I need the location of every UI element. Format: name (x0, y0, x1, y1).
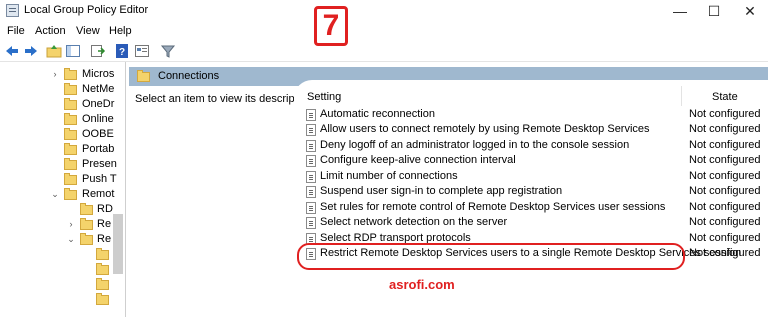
setting-row[interactable]: Automatic reconnection Not configured (303, 107, 768, 122)
minimize-button[interactable]: — (664, 0, 696, 22)
policy-setting-icon (306, 155, 316, 167)
folder-icon (80, 233, 93, 245)
column-header-setting[interactable]: Setting (307, 91, 341, 103)
tree-item-label: Remot (82, 188, 115, 200)
back-arrow-icon[interactable] (4, 43, 20, 59)
setting-state: Not configured (689, 216, 761, 228)
policy-setting-icon (306, 202, 316, 214)
setting-state: Not configured (689, 170, 761, 182)
toolbar: ? (0, 40, 768, 62)
setting-state: Not configured (689, 108, 761, 120)
menu-view[interactable]: View (76, 25, 100, 37)
column-divider[interactable] (681, 86, 682, 106)
setting-name: Suspend user sign-in to complete app reg… (320, 185, 563, 197)
menu-file[interactable]: File (7, 25, 25, 37)
chevron-down-icon[interactable]: ⌄ (50, 189, 60, 200)
setting-name: Automatic reconnection (320, 108, 435, 120)
folder-icon (80, 203, 93, 215)
tree-item-label: Push T (82, 173, 117, 185)
policy-setting-icon (306, 140, 316, 152)
setting-state: Not configured (689, 154, 761, 166)
setting-state: Not configured (689, 247, 761, 259)
menu-action[interactable]: Action (35, 25, 66, 37)
setting-row[interactable]: Select network detection on the server No… (303, 215, 768, 230)
description-text: Select an item to view its description. (135, 93, 316, 105)
policy-setting-icon (306, 124, 316, 136)
folder-icon (64, 98, 77, 110)
properties-icon[interactable] (134, 43, 150, 59)
setting-state: Not configured (689, 123, 761, 135)
setting-row[interactable]: Set rules for remote control of Remote D… (303, 200, 768, 215)
show-hide-tree-icon[interactable] (65, 43, 81, 59)
folder-icon (96, 263, 109, 275)
setting-name: Limit number of connections (320, 170, 458, 182)
policy-setting-icon (306, 186, 316, 198)
tree-item-label: OOBE (82, 128, 114, 140)
export-list-icon[interactable] (90, 43, 106, 59)
tree-item-label: Presen (82, 158, 117, 170)
policy-setting-icon (306, 109, 316, 121)
folder-icon (137, 70, 150, 82)
tree-scrollbar-thumb[interactable] (113, 214, 123, 274)
tree-item-label: Portab (82, 143, 115, 155)
tree-item-label: RD (97, 203, 113, 215)
tree-item-label: Re (97, 218, 112, 230)
folder-icon (64, 188, 77, 200)
chevron-right-icon[interactable]: › (66, 219, 76, 229)
folder-icon (64, 68, 77, 80)
setting-name: Select network detection on the server (320, 216, 508, 228)
watermark-text: asrofi.com (389, 277, 455, 292)
title-bar: Local Group Policy Editor — ☐ ✕ (0, 0, 768, 22)
tree-item-label: NetMe (82, 83, 115, 95)
group-policy-icon (6, 4, 19, 17)
tree-item-label: OneDr (82, 98, 115, 110)
tree-pane: › Micros NetMe OneDr Online OOBE Portab P… (0, 62, 126, 317)
setting-row[interactable]: Limit number of connections Not configure… (303, 169, 768, 184)
setting-name: Deny logoff of an administrator logged i… (320, 139, 630, 151)
setting-state: Not configured (689, 232, 761, 244)
tree-item-label: Online (82, 113, 114, 125)
tree-item-label: Re (97, 233, 112, 245)
policy-setting-icon (306, 217, 316, 229)
svg-text:?: ? (119, 47, 125, 58)
help-icon[interactable]: ? (114, 43, 130, 59)
forward-arrow-icon[interactable] (23, 43, 39, 59)
policy-setting-icon (306, 171, 316, 183)
folder-icon (64, 83, 77, 95)
setting-name: Allow users to connect remotely by using… (320, 123, 650, 135)
setting-name: Configure keep-alive connection interval (320, 154, 516, 166)
setting-row[interactable]: Suspend user sign-in to complete app reg… (303, 184, 768, 199)
window-title: Local Group Policy Editor (24, 4, 149, 16)
setting-state: Not configured (689, 201, 761, 213)
folder-icon (96, 248, 109, 260)
folder-icon (64, 143, 77, 155)
folder-icon (80, 218, 93, 230)
filter-icon[interactable] (160, 43, 176, 59)
chevron-right-icon[interactable]: › (50, 69, 60, 79)
step-number-badge: 7 (314, 6, 348, 46)
highlight-outline (297, 243, 685, 270)
chevron-down-icon[interactable]: ⌄ (66, 234, 76, 245)
column-header-state[interactable]: State (712, 91, 738, 103)
folder-icon (64, 158, 77, 170)
up-folder-icon[interactable] (46, 43, 62, 59)
maximize-button[interactable]: ☐ (698, 0, 730, 22)
setting-state: Not configured (689, 185, 761, 197)
folder-icon (96, 293, 109, 305)
close-button[interactable]: ✕ (734, 0, 766, 22)
setting-row[interactable]: Allow users to connect remotely by using… (303, 122, 768, 137)
folder-icon (96, 278, 109, 290)
setting-state: Not configured (689, 139, 761, 151)
tree-item-label: Micros (82, 68, 115, 80)
content-header-title: Connections (158, 70, 220, 82)
folder-icon (64, 128, 77, 140)
setting-name: Set rules for remote control of Remote D… (320, 201, 666, 213)
menu-bar: File Action View Help (0, 22, 768, 40)
menu-help[interactable]: Help (109, 25, 132, 37)
folder-icon (64, 113, 77, 125)
folder-icon (64, 173, 77, 185)
setting-row[interactable]: Deny logoff of an administrator logged i… (303, 138, 768, 153)
setting-row[interactable]: Configure keep-alive connection interval… (303, 153, 768, 168)
